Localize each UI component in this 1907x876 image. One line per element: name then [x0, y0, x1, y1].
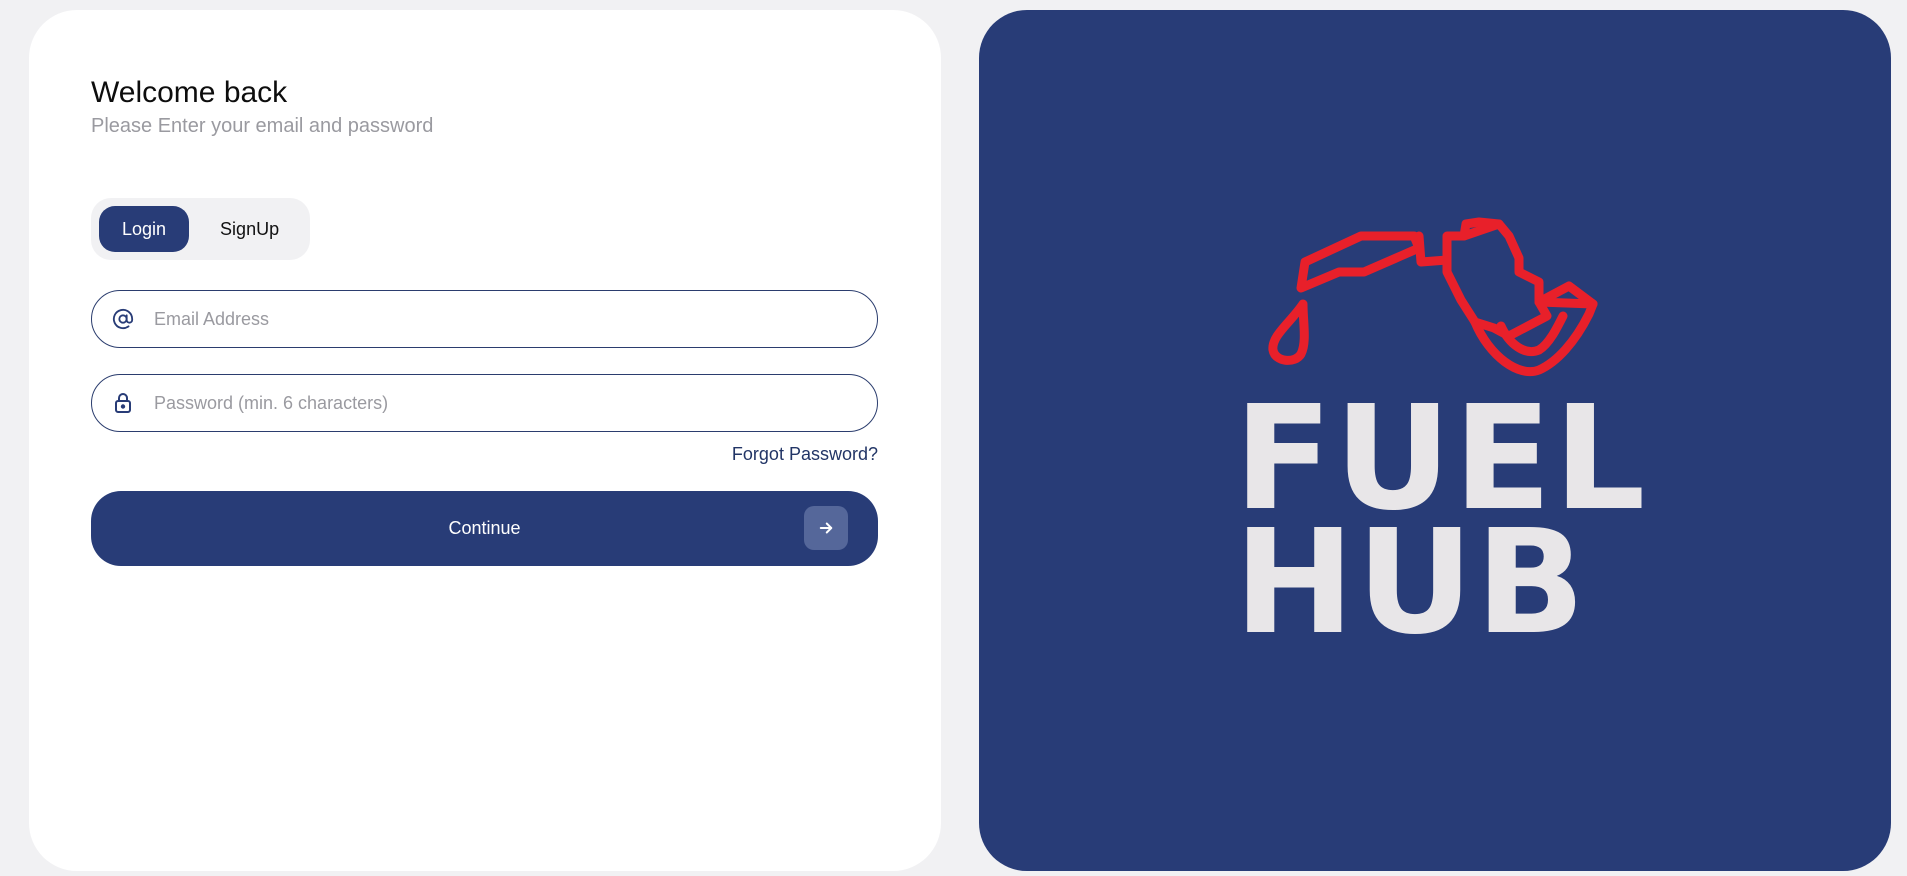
continue-label: Continue	[448, 518, 521, 538]
continue-button[interactable]: Continue	[91, 491, 878, 566]
at-sign-icon	[110, 306, 136, 332]
login-card: Welcome back Please Enter your email and…	[29, 10, 941, 871]
password-field[interactable]	[91, 374, 878, 432]
forgot-password-link[interactable]: Forgot Password?	[732, 444, 878, 464]
email-input[interactable]	[152, 307, 836, 331]
arrow-right-icon	[804, 506, 848, 550]
tab-signup[interactable]: SignUp	[197, 206, 302, 252]
password-input[interactable]	[152, 391, 836, 415]
lock-icon	[110, 390, 136, 416]
brand-panel: FUEL HUB	[979, 10, 1891, 871]
forgot-row: Forgot Password?	[91, 444, 878, 465]
tab-login[interactable]: Login	[99, 206, 190, 252]
fuel-drop-icon	[1268, 299, 1309, 365]
brand-wordmark: FUEL HUB	[1234, 386, 1654, 654]
auth-tabs: Login SignUp	[91, 198, 311, 260]
login-form: Welcome back Please Enter your email and…	[91, 74, 878, 566]
page: Welcome back Please Enter your email and…	[0, 0, 1907, 876]
page-subtitle: Please Enter your email and password	[91, 115, 434, 137]
fuel-hub-logo: FUEL HUB	[979, 10, 1891, 871]
page-title: Welcome back	[91, 76, 288, 109]
email-field[interactable]	[91, 290, 878, 348]
